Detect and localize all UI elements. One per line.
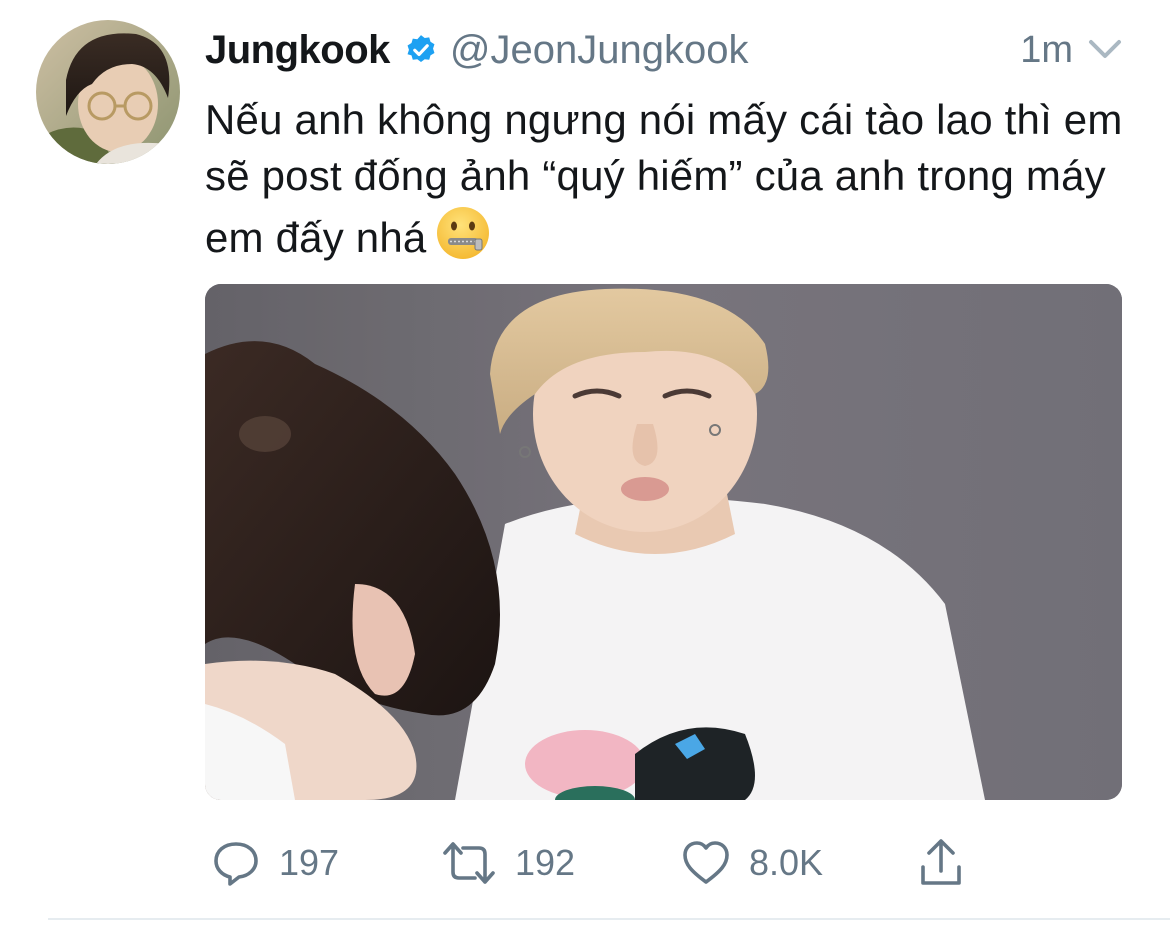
tweet-header: Jungkook @JeonJungkook 1m — [205, 22, 1125, 78]
user-handle[interactable]: @JeonJungkook — [450, 28, 749, 73]
reply-icon — [214, 842, 258, 886]
tweet-actions: 197 192 8.0K — [205, 830, 1125, 896]
avatar-image — [36, 20, 180, 164]
photo-image — [205, 284, 1122, 800]
display-name[interactable]: Jungkook — [205, 28, 390, 73]
tweet-text-content: Nếu anh không ngưng nói mấy cái tào lao … — [205, 96, 1123, 261]
retweet-count: 192 — [515, 842, 576, 883]
reply-count: 197 — [279, 842, 340, 883]
share-button[interactable] — [917, 830, 965, 896]
like-button[interactable]: 8.0K — [681, 830, 823, 896]
chevron-down-icon[interactable] — [1087, 36, 1123, 64]
avatar[interactable] — [36, 20, 180, 164]
tweet: Jungkook @JeonJungkook 1m Nếu anh không … — [0, 0, 1170, 928]
retweet-icon — [443, 842, 495, 884]
tweet-text: Nếu anh không ngưng nói mấy cái tào lao … — [205, 92, 1135, 266]
verified-badge-icon — [404, 33, 438, 67]
tweet-photo[interactable] — [205, 284, 1122, 800]
heart-icon — [683, 841, 729, 884]
tweet-divider — [48, 918, 1170, 920]
share-icon — [921, 839, 961, 885]
tweet-timestamp[interactable]: 1m — [1020, 29, 1073, 72]
retweet-button[interactable]: 192 — [441, 830, 575, 896]
like-count: 8.0K — [749, 842, 824, 883]
reply-button[interactable]: 197 — [211, 830, 339, 896]
zipper-mouth-face-icon — [434, 204, 492, 262]
